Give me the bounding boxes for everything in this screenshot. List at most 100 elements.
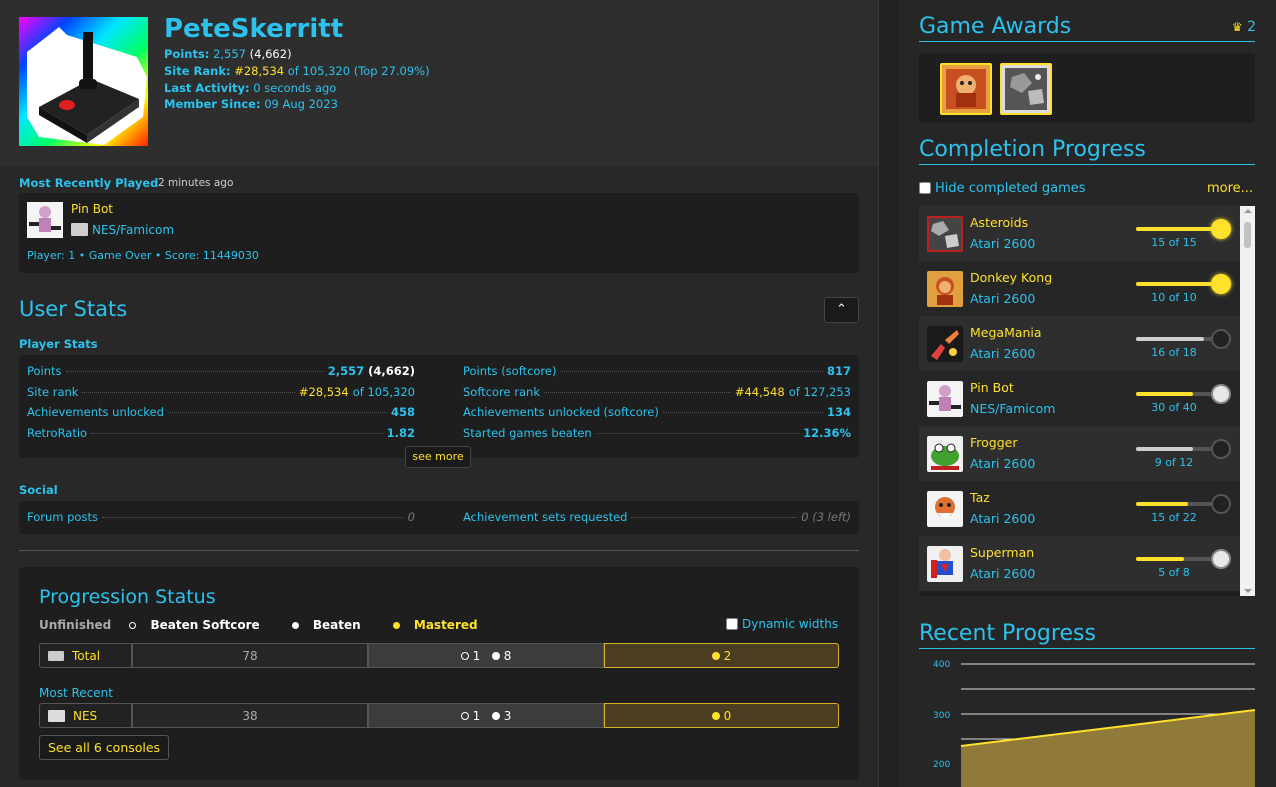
- stat-label: Forum posts: [27, 510, 98, 524]
- completion-progress-bar: [1136, 447, 1212, 451]
- stat-label: Softcore rank: [463, 385, 540, 399]
- completion-row[interactable]: Asteroids Atari 2600 15 of 15: [919, 206, 1240, 261]
- see-all-consoles-button[interactable]: See all 6 consoles: [39, 735, 170, 760]
- unfinished-cell[interactable]: 38: [132, 703, 368, 728]
- all-consoles-icon: [48, 650, 64, 661]
- completion-row[interactable]: Donkey Kong Atari 2600 10 of 10: [919, 261, 1240, 316]
- legend-unfinished: Unfinished: [39, 618, 112, 632]
- asteroids-game-icon[interactable]: [927, 216, 963, 252]
- recently-played-game-link[interactable]: Pin Bot: [71, 202, 113, 216]
- progression-title: Progression Status: [39, 586, 216, 608]
- completion-count: 10 of 10: [1151, 291, 1197, 304]
- completion-console[interactable]: Atari 2600: [970, 291, 1035, 306]
- completion-console[interactable]: Atari 2600: [970, 456, 1035, 471]
- stat-row: Achievement sets requested 0 (3 left): [463, 510, 851, 524]
- frogger-game-icon[interactable]: [927, 436, 963, 472]
- stat-row: Site rank #28,534 of 105,320: [27, 385, 415, 399]
- unfinished-cell[interactable]: 78: [132, 643, 368, 668]
- user-avatar[interactable]: [19, 17, 148, 146]
- completion-row[interactable]: Taz Atari 2600 15 of 22: [919, 481, 1240, 536]
- award-status-icon: [1211, 549, 1231, 569]
- superman-game-icon[interactable]: [927, 546, 963, 582]
- member-value: 09 Aug 2023: [264, 97, 338, 111]
- progression-row-total[interactable]: Total 78 1 8 2: [39, 643, 839, 668]
- main-column: PeteSkerritt Points: 2,557 (4,662) Site …: [0, 0, 878, 787]
- progression-legend: Unfinished Beaten Softcore Beaten Master…: [39, 618, 506, 632]
- checkbox-icon[interactable]: [726, 618, 738, 630]
- see-more-button[interactable]: see more: [405, 446, 471, 468]
- completion-row[interactable]: Superman Atari 2600 5 of 8: [919, 536, 1240, 591]
- completion-console[interactable]: NES/Famicom: [970, 401, 1055, 416]
- scroll-thumb[interactable]: [1244, 222, 1251, 248]
- stat-label: Achievement sets requested: [463, 510, 628, 524]
- scroll-down-arrow-icon[interactable]: [1244, 589, 1252, 593]
- award-count: ♛ 2: [1231, 19, 1256, 35]
- completion-row[interactable]: Pin Bot NES/Famicom 30 of 40: [919, 371, 1240, 426]
- mastered-cell[interactable]: 0: [604, 703, 839, 728]
- stat-label: Points (softcore): [463, 364, 557, 378]
- donkey-kong-award-badge[interactable]: [940, 63, 992, 115]
- pin-bot-game-icon[interactable]: [927, 381, 963, 417]
- scroll-up-arrow-icon[interactable]: [1244, 209, 1252, 213]
- award-status-icon: [1211, 329, 1231, 349]
- completion-progress-fill: [1136, 337, 1204, 341]
- stat-row: Softcore rank #44,548 of 127,253: [463, 385, 851, 399]
- beaten-cell[interactable]: 1 3: [368, 703, 604, 728]
- stat-row: Forum posts 0: [27, 510, 415, 524]
- stat-row: Points 2,557 (4,662): [27, 364, 415, 378]
- completion-console[interactable]: Atari 2600: [970, 346, 1035, 361]
- completion-progress-bar: [1136, 557, 1212, 561]
- completion-count: 15 of 15: [1151, 236, 1197, 249]
- completion-console[interactable]: Atari 2600: [970, 236, 1035, 251]
- legend-mastered: Mastered: [392, 618, 492, 632]
- recently-played-label[interactable]: Most Recently Played: [19, 176, 158, 190]
- legend-beaten: Beaten: [291, 618, 375, 632]
- stat-row: Points (softcore) 817: [463, 364, 851, 378]
- social-label: Social: [19, 483, 58, 497]
- megamania-game-icon[interactable]: [927, 326, 963, 362]
- nes-console-icon: [71, 223, 88, 236]
- hide-completed-toggle[interactable]: Hide completed games: [919, 181, 1086, 196]
- recently-played-console[interactable]: NES/Famicom: [71, 223, 174, 237]
- completion-progress-fill: [1136, 502, 1188, 506]
- completion-scrollbar[interactable]: [1240, 206, 1255, 596]
- progression-row-nes[interactable]: NES 38 1 3 0: [39, 703, 839, 728]
- points-total: (4,662): [249, 47, 292, 61]
- asteroids-award-badge[interactable]: [1000, 63, 1052, 115]
- completion-game-link[interactable]: MegaMania: [970, 325, 1042, 340]
- points-value: 2,557: [213, 47, 246, 61]
- completion-progress-bar: [1136, 282, 1212, 286]
- column-gutter: [878, 0, 898, 787]
- completion-game-link[interactable]: Asteroids: [970, 215, 1028, 230]
- mastered-cell[interactable]: 2: [604, 643, 839, 668]
- completion-game-link[interactable]: Superman: [970, 545, 1034, 560]
- taz-game-icon[interactable]: [927, 491, 963, 527]
- completion-game-link[interactable]: Donkey Kong: [970, 270, 1052, 285]
- checkbox-icon[interactable]: [919, 182, 931, 194]
- stat-value: 817: [826, 364, 851, 378]
- hollow-dot-icon: [460, 651, 469, 660]
- completion-progress-fill: [1136, 392, 1193, 396]
- stat-label: Started games beaten: [463, 426, 592, 440]
- completion-row[interactable]: MegaMania Atari 2600 16 of 18: [919, 316, 1240, 371]
- completion-game-link[interactable]: Pin Bot: [970, 380, 1014, 395]
- completion-more-link[interactable]: more...: [1207, 181, 1253, 196]
- rich-presence-text: Player: 1 • Game Over • Score: 11449030: [27, 249, 259, 262]
- player-stats-label: Player Stats: [19, 337, 98, 351]
- completion-game-link[interactable]: Taz: [970, 490, 990, 505]
- completion-progress-bar: [1136, 227, 1212, 231]
- profile-header: PeteSkerritt Points: 2,557 (4,662) Site …: [0, 0, 878, 166]
- stat-value: 0 (3 left): [801, 510, 851, 524]
- donkey-kong-game-icon[interactable]: [927, 271, 963, 307]
- completion-row[interactable]: Frogger Atari 2600 9 of 12: [919, 426, 1240, 481]
- completion-count: 15 of 22: [1151, 511, 1197, 524]
- collapse-stats-button[interactable]: ⌃: [824, 297, 859, 323]
- completion-console[interactable]: Atari 2600: [970, 511, 1035, 526]
- dynamic-widths-toggle[interactable]: Dynamic widths: [726, 617, 838, 631]
- completion-game-link[interactable]: Frogger: [970, 435, 1018, 450]
- completion-console[interactable]: Atari 2600: [970, 566, 1035, 581]
- completion-progress-bar: [1136, 502, 1212, 506]
- pin-bot-game-icon[interactable]: [27, 202, 63, 238]
- beaten-cell[interactable]: 1 8: [368, 643, 604, 668]
- award-status-icon: [1211, 219, 1231, 239]
